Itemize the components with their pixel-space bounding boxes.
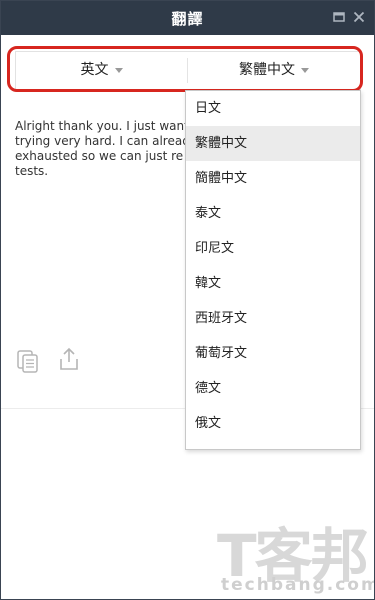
- source-text-line: Alright thank you. I just want: [15, 119, 189, 133]
- watermark-logo: T客邦 techbang.com: [213, 509, 375, 599]
- target-language-menu: 日文 繁體中文 簡體中文 泰文 印尼文 韓文 西班牙文 葡萄牙文 德文 俄文: [185, 90, 361, 450]
- annotation-highlight-box: [7, 46, 363, 92]
- menu-item-language[interactable]: 簡體中文: [186, 161, 360, 196]
- menu-item-language[interactable]: 西班牙文: [186, 301, 360, 336]
- menu-item-language[interactable]: 韓文: [186, 266, 360, 301]
- source-text-line: exhausted so we can just re: [15, 149, 184, 163]
- menu-item-language[interactable]: 葡萄牙文: [186, 336, 360, 371]
- menu-item-language-selected[interactable]: 繁體中文: [186, 126, 360, 161]
- menu-item-language[interactable]: 德文: [186, 371, 360, 406]
- title-bar: 翻譯: [1, 1, 374, 35]
- source-text-line: trying very hard. I can alread: [15, 134, 190, 148]
- source-text-line: tests.: [15, 164, 49, 178]
- copy-icon[interactable]: [15, 348, 41, 374]
- menu-item-language[interactable]: 泰文: [186, 196, 360, 231]
- menu-item-language[interactable]: 俄文: [186, 406, 360, 441]
- translator-window: 翻譯 英文 繁體中文 Alright thank you. I just wan…: [0, 0, 375, 600]
- close-icon[interactable]: [351, 9, 367, 25]
- source-text-area[interactable]: Alright thank you. I just want trying ve…: [15, 119, 195, 179]
- window-title: 翻譯: [171, 10, 204, 28]
- share-icon[interactable]: [57, 346, 81, 372]
- minimize-icon[interactable]: [331, 9, 347, 25]
- watermark-domain: techbang.com: [221, 575, 375, 595]
- menu-item-language[interactable]: 印尼文: [186, 231, 360, 266]
- menu-item-language[interactable]: 日文: [186, 91, 360, 126]
